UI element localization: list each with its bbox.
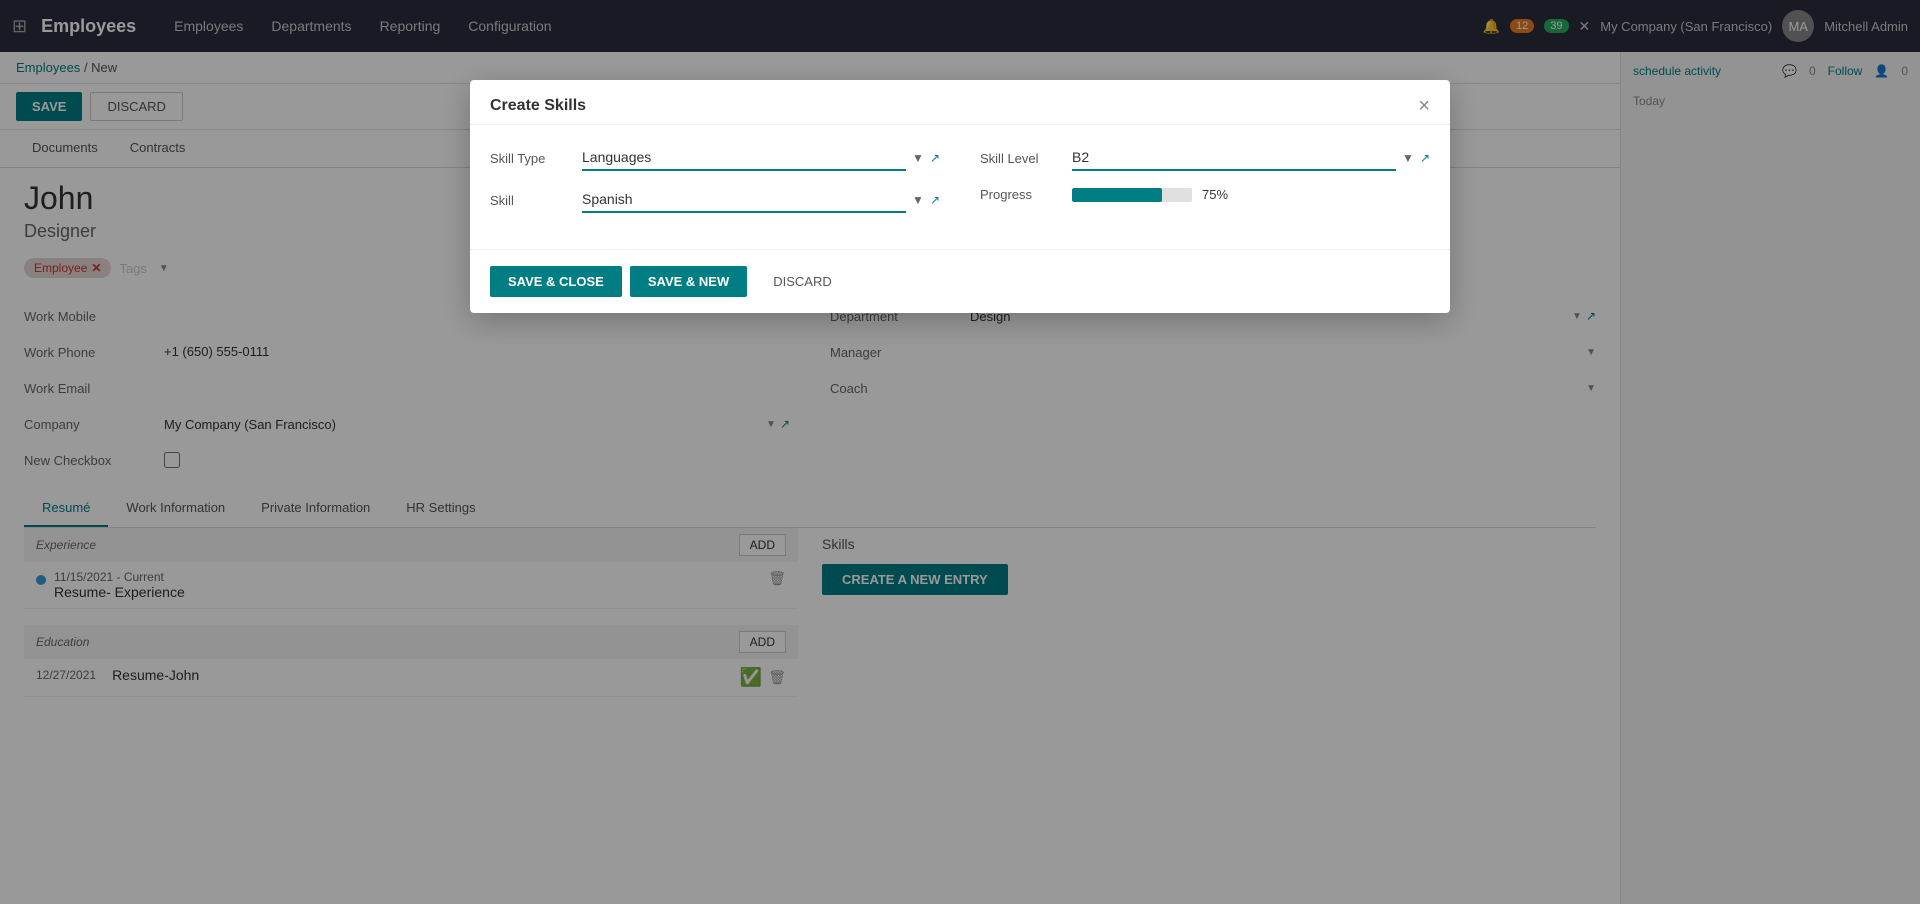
save-close-button[interactable]: SAVE & CLOSE (490, 266, 622, 297)
modal-discard-button[interactable]: DISCARD (755, 266, 850, 297)
modal-form-grid: Skill Type Languages ▼ ↗ Skill (490, 145, 1430, 229)
skill-type-dropdown-icon: ▼ (912, 151, 924, 165)
skill-level-external-link-icon[interactable]: ↗ (1420, 151, 1430, 165)
progress-field: Progress 75% (980, 187, 1430, 202)
skill-type-label: Skill Type (490, 151, 570, 166)
skill-control: Spanish ▼ ↗ (582, 187, 940, 213)
skill-level-label: Skill Level (980, 151, 1060, 166)
modal-close-button[interactable]: × (1418, 96, 1430, 116)
modal-header: Create Skills × (470, 80, 1450, 125)
skill-type-external-link-icon[interactable]: ↗ (930, 151, 940, 165)
progress-bar-fill (1072, 188, 1162, 202)
progress-label: Progress (980, 187, 1060, 202)
modal-left-fields: Skill Type Languages ▼ ↗ Skill (490, 145, 940, 229)
skill-level-control: B2 ▼ ↗ (1072, 145, 1430, 171)
skill-type-field: Skill Type Languages ▼ ↗ (490, 145, 940, 171)
modal-overlay: Create Skills × Skill Type Languages ▼ ↗ (0, 0, 1920, 904)
progress-text: 75% (1202, 187, 1228, 202)
skill-external-link-icon[interactable]: ↗ (930, 193, 940, 207)
skill-label: Skill (490, 193, 570, 208)
skill-level-select[interactable]: B2 (1072, 145, 1396, 171)
skill-select[interactable]: Spanish (582, 187, 906, 213)
skill-dropdown-icon: ▼ (912, 193, 924, 207)
save-new-button[interactable]: SAVE & NEW (630, 266, 747, 297)
skill-type-select[interactable]: Languages (582, 145, 906, 171)
skill-level-field: Skill Level B2 ▼ ↗ (980, 145, 1430, 171)
modal-title: Create Skills (490, 97, 586, 115)
skill-type-control: Languages ▼ ↗ (582, 145, 940, 171)
modal-body: Skill Type Languages ▼ ↗ Skill (470, 125, 1450, 249)
skill-field: Skill Spanish ▼ ↗ (490, 187, 940, 213)
modal-right-fields: Skill Level B2 ▼ ↗ Progress (980, 145, 1430, 229)
progress-container: 75% (1072, 187, 1430, 202)
skill-level-dropdown-icon: ▼ (1402, 151, 1414, 165)
progress-bar-background (1072, 188, 1192, 202)
modal-footer: SAVE & CLOSE SAVE & NEW DISCARD (470, 249, 1450, 313)
create-skills-modal: Create Skills × Skill Type Languages ▼ ↗ (470, 80, 1450, 313)
